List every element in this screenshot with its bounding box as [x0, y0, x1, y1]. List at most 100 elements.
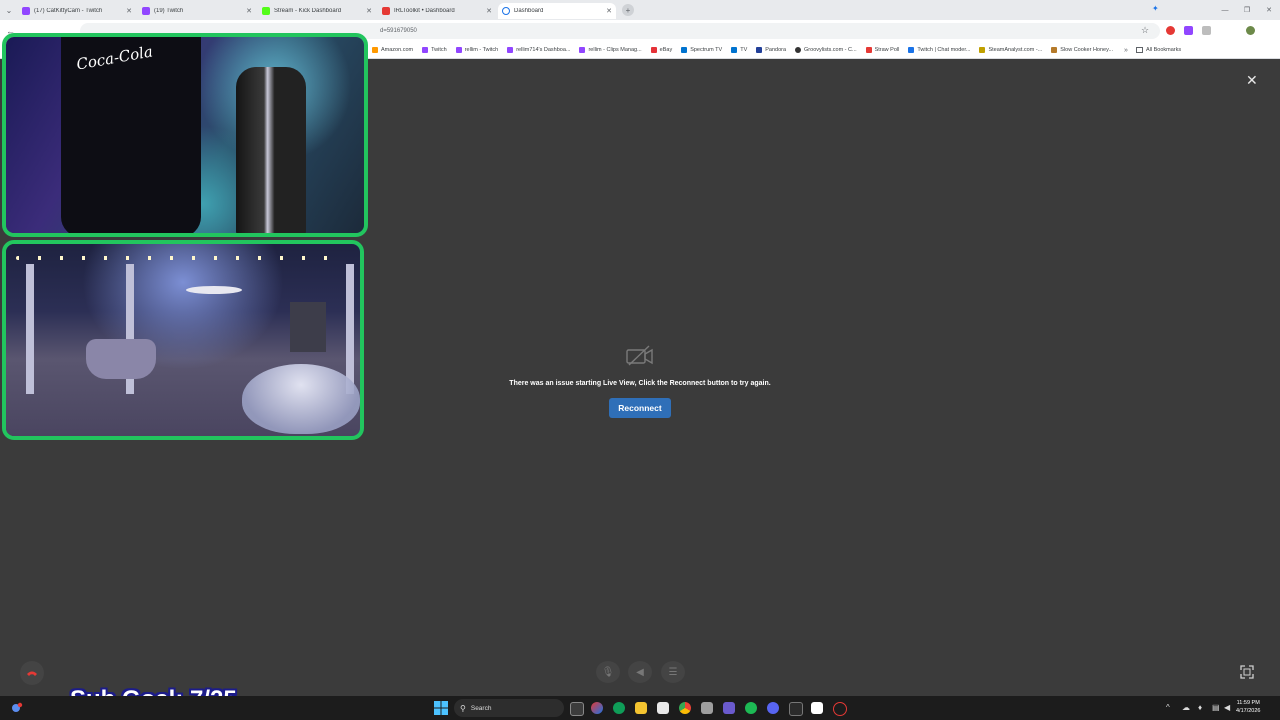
- new-tab-button[interactable]: +: [622, 4, 634, 16]
- tray-overflow-icon[interactable]: ^: [1166, 703, 1170, 712]
- profile-avatar[interactable]: [1246, 26, 1255, 35]
- spotify-icon[interactable]: [745, 702, 757, 714]
- taskbar-search[interactable]: ⚲ Search: [454, 699, 564, 717]
- bookmark-label: SteamAnalyst.com -...: [988, 47, 1043, 53]
- fire-pit: [290, 302, 326, 352]
- bookmark-item[interactable]: Straw Poll: [865, 47, 899, 53]
- bookmark-item[interactable]: Twitch: [422, 47, 447, 53]
- browser-tab[interactable]: Stream - Kick Dashboard ✕: [258, 3, 376, 19]
- browser-tab[interactable]: IRLToolkit • Dashboard ✕: [378, 3, 496, 19]
- bookmark-label: Amazon.com: [381, 47, 414, 53]
- reconnect-button[interactable]: Reconnect: [609, 398, 671, 418]
- bookmark-item[interactable]: Twitch | Chat moder...: [908, 47, 970, 53]
- bookmark-item[interactable]: rellim - Clips Manag...: [579, 47, 642, 53]
- bookmark-item[interactable]: Spectrum TV: [681, 47, 722, 53]
- browser-tab-strip: ⌄ (17) CatKittyCam - Twitch ✕ (19) Twitc…: [0, 0, 1280, 20]
- bookmark-label: rellim - Twitch: [464, 47, 499, 53]
- speaker-button[interactable]: ◀: [628, 661, 652, 683]
- tab-search-icon[interactable]: ⌄: [0, 0, 18, 20]
- bookmark-label: Spectrum TV: [690, 47, 723, 53]
- bookmark-label: Slow Cooker Honey...: [1060, 47, 1114, 53]
- folder-icon: [1135, 47, 1143, 53]
- bookmark-label: Twitch: [431, 47, 447, 53]
- bookmark-item[interactable]: Groovylists.com - C...: [795, 47, 857, 53]
- bookmark-item[interactable]: SteamAnalyst.com -...: [979, 47, 1042, 53]
- tab-close-icon[interactable]: ✕: [126, 7, 132, 15]
- extension-icon[interactable]: [1184, 26, 1193, 35]
- mic-tray-icon[interactable]: ♦: [1198, 703, 1202, 712]
- app-icon[interactable]: [833, 702, 847, 716]
- spectrum-icon: [681, 47, 688, 53]
- window-close-icon[interactable]: ✕: [1258, 6, 1280, 14]
- microphone-button[interactable]: 🎙: [596, 661, 620, 683]
- network-icon[interactable]: ▤: [1212, 703, 1220, 712]
- browser-tab[interactable]: (17) CatKittyCam - Twitch ✕: [18, 3, 136, 19]
- all-bookmarks-button[interactable]: All Bookmarks: [1135, 47, 1181, 53]
- chrome-icon[interactable]: [679, 702, 691, 714]
- tab-label: (19) Twitch: [154, 8, 184, 14]
- strawpoll-icon: [865, 47, 872, 53]
- bookmark-item[interactable]: TV: [731, 47, 747, 53]
- fullscreen-button[interactable]: [1236, 661, 1258, 683]
- close-live-view-icon[interactable]: ✕: [1246, 73, 1258, 87]
- bookmark-label: Pandora: [765, 47, 787, 53]
- pandora-icon: [756, 47, 763, 53]
- groovylists-icon: [795, 47, 802, 53]
- extensions-puzzle-icon[interactable]: [1202, 26, 1211, 35]
- discord-icon[interactable]: [767, 702, 779, 714]
- restore-icon[interactable]: ❐: [1236, 6, 1258, 14]
- browser-tab-active[interactable]: Dashboard ✕: [498, 3, 616, 19]
- twitch-favicon-icon: [142, 7, 150, 15]
- browser-tab[interactable]: (19) Twitch ✕: [138, 3, 256, 19]
- app-icon[interactable]: [723, 702, 735, 714]
- edge-icon[interactable]: [613, 702, 625, 714]
- tab-label: Stream - Kick Dashboard: [274, 8, 342, 14]
- obs-icon[interactable]: [811, 702, 823, 714]
- microphone-icon: 🎙: [601, 666, 615, 678]
- tab-close-icon[interactable]: ✕: [246, 7, 252, 15]
- end-call-button[interactable]: [20, 661, 44, 685]
- bookmark-label: TV: [740, 47, 748, 53]
- twitch-icon: [507, 47, 514, 53]
- task-view-icon[interactable]: [570, 702, 584, 716]
- bookmarks-overflow-button[interactable]: »: [1124, 47, 1128, 54]
- volume-icon[interactable]: ◀: [1224, 703, 1230, 712]
- irltoolkit-favicon-icon: [382, 7, 390, 15]
- fullscreen-icon: [1240, 665, 1254, 679]
- webcam-feed-room: Coca-Cola: [2, 33, 368, 237]
- file-explorer-icon[interactable]: [635, 702, 647, 714]
- bookmark-item[interactable]: Pandora: [756, 47, 786, 53]
- minimize-icon[interactable]: —: [1214, 7, 1236, 14]
- twitch-icon: [579, 47, 586, 53]
- windows-start-icon[interactable]: [434, 701, 448, 715]
- terminal-icon[interactable]: [789, 702, 803, 716]
- bookmark-item[interactable]: eBay: [650, 47, 672, 53]
- patio-table: [186, 286, 242, 294]
- tab-close-icon[interactable]: ✕: [606, 7, 612, 15]
- clock-date: 4/17/2026: [1236, 708, 1261, 714]
- bookmark-item[interactable]: Amazon.com: [372, 47, 413, 53]
- extension-icon[interactable]: [1166, 26, 1175, 35]
- gemini-icon[interactable]: ✦: [1152, 4, 1159, 13]
- window-controls: — ❐ ✕: [1214, 0, 1280, 20]
- bookmark-item[interactable]: rellim - Twitch: [455, 47, 499, 53]
- app-icon[interactable]: [701, 702, 713, 714]
- copilot-icon[interactable]: [591, 702, 603, 714]
- system-clock[interactable]: 11:59 PM 4/17/2026: [1236, 699, 1260, 715]
- bookmark-label: rellim714's Dashboa...: [516, 47, 571, 53]
- gaming-chair: [236, 67, 306, 233]
- bookmark-item[interactable]: rellim714's Dashboa...: [507, 47, 570, 53]
- search-icon: ⚲: [460, 703, 466, 713]
- onedrive-icon[interactable]: ☁: [1182, 703, 1190, 712]
- tab-close-icon[interactable]: ✕: [366, 7, 372, 15]
- taskbar-search-label: Search: [470, 704, 492, 712]
- url-text: d=591679050: [380, 28, 417, 34]
- weather-widget-icon[interactable]: [10, 701, 24, 715]
- bookmark-item[interactable]: Slow Cooker Honey...: [1051, 47, 1113, 53]
- bookmark-star-icon[interactable]: ☆: [1141, 25, 1149, 36]
- chat-moderator-icon: [908, 47, 915, 53]
- tab-close-icon[interactable]: ✕: [486, 7, 492, 15]
- settings-button[interactable]: ☰: [661, 661, 685, 683]
- webcam-feed-patio: [2, 240, 364, 440]
- store-icon[interactable]: [657, 702, 669, 714]
